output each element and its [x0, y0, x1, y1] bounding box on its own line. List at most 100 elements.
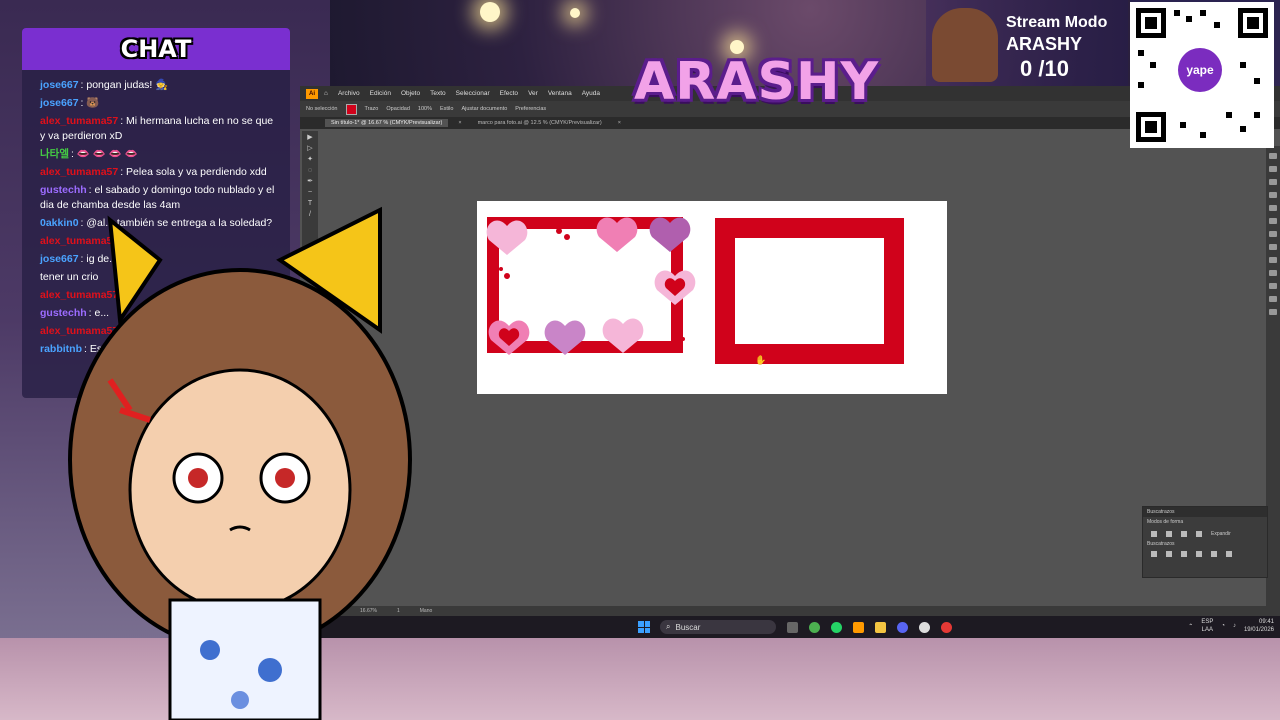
hand-cursor-icon: ✋ [755, 354, 766, 366]
heart-decorations [486, 217, 696, 355]
search-placeholder: Buscar [675, 622, 701, 632]
paragraph-icon[interactable] [1269, 231, 1277, 237]
intersect-icon[interactable] [1181, 531, 1187, 537]
system-tray: ⌃ ESP LAA ◔ ♪ 09:41 19/01/2026 [1188, 618, 1274, 634]
chat-message: jose667: 🐻 [40, 96, 278, 111]
type-icon[interactable] [1269, 244, 1277, 250]
unite-icon[interactable] [1151, 531, 1157, 537]
lasso-icon[interactable]: ◌ [305, 167, 315, 175]
language-indicator[interactable]: ESP LAA [1201, 618, 1213, 634]
minus-back-icon[interactable] [1226, 551, 1232, 557]
exclude-icon[interactable] [1196, 531, 1202, 537]
chat-username[interactable]: 나타엘 [40, 148, 69, 160]
chrome-icon[interactable] [809, 621, 820, 633]
preferences-button[interactable]: Preferencias [515, 106, 546, 112]
direct-selection-tool-icon[interactable]: ▷ [305, 145, 315, 153]
chevron-up-icon[interactable]: ⌃ [1188, 623, 1193, 630]
clock[interactable]: 09:41 19/01/2026 [1244, 618, 1274, 634]
transparency-icon[interactable] [1269, 283, 1277, 289]
channel-logo: ARASHY [634, 52, 880, 112]
chat-username[interactable]: jose667 [40, 79, 79, 91]
wifi-icon[interactable]: ◔ [1221, 623, 1225, 629]
close-tab-icon[interactable]: × [618, 120, 621, 126]
brushes-icon[interactable] [1269, 205, 1277, 211]
file-explorer-icon[interactable] [875, 621, 886, 633]
swatches-icon[interactable] [1269, 192, 1277, 198]
menu-item[interactable]: Efecto [500, 90, 518, 97]
task-view-icon[interactable] [787, 621, 798, 633]
pathfinder-panel: Buscatrazos Modos de forma Expandir Busc… [1142, 506, 1268, 578]
chat-text: : 👄 👄 👄 👄 [70, 148, 138, 160]
pathfinder-icon[interactable] [1269, 309, 1277, 315]
discord-icon[interactable] [897, 621, 908, 633]
chat-username[interactable]: jose667 [40, 97, 79, 109]
style-label[interactable]: Estilo [440, 106, 453, 112]
stroke-label[interactable]: Trazo [365, 106, 379, 112]
expand-button[interactable]: Expandir [1211, 531, 1231, 537]
artboard-art: ✋ [486, 217, 904, 366]
pen-tool-icon[interactable]: ✒ [305, 178, 315, 186]
chat-message: 나타엘: 👄 👄 👄 👄 [40, 147, 278, 162]
gradient-icon[interactable] [1269, 270, 1277, 276]
home-icon[interactable]: ⌂ [324, 90, 328, 97]
menu-item[interactable]: Archivo [338, 90, 360, 97]
menu-item[interactable]: Seleccionar [456, 90, 490, 97]
symbols-icon[interactable] [1269, 218, 1277, 224]
yape-badge: yape [1178, 48, 1222, 92]
taskbar-search[interactable]: ⌕ Buscar [660, 620, 776, 634]
chat-username[interactable]: alex_tumama57 [40, 115, 118, 127]
pathfinder-buttons [1143, 547, 1267, 561]
document-tab[interactable]: Sin título-1* @ 16.67 % (CMYK/Previsuali… [325, 119, 449, 127]
volume-icon[interactable]: ♪ [1233, 623, 1236, 629]
chat-message: alex_tumama57: Pelea sola y va perdiendo… [40, 165, 278, 180]
menu-item[interactable]: Ayuda [582, 90, 600, 97]
red-photo-frame[interactable] [715, 218, 904, 364]
fill-swatch[interactable] [345, 103, 357, 115]
stream-mode-label: Stream Modo [1006, 14, 1108, 31]
close-tab-icon[interactable]: × [458, 120, 461, 126]
outline-icon[interactable] [1211, 551, 1217, 557]
stream-mode-name: ARASHY [1006, 34, 1083, 54]
divide-icon[interactable] [1151, 551, 1157, 557]
donation-qr-code: yape [1130, 2, 1274, 148]
app-icon[interactable] [941, 621, 952, 633]
selection-tool-icon[interactable]: ▶ [305, 134, 315, 142]
obs-icon[interactable] [919, 621, 930, 633]
chat-username[interactable]: gustechh [40, 184, 87, 196]
curvature-tool-icon[interactable]: ~ [305, 189, 315, 197]
menu-item[interactable]: Texto [430, 90, 446, 97]
artboard[interactable]: ✋ [477, 201, 947, 394]
chat-text: : pongan judas! 🧙 [80, 79, 169, 91]
whatsapp-icon[interactable] [831, 621, 842, 633]
trim-icon[interactable] [1166, 551, 1172, 557]
libraries-icon[interactable] [1269, 179, 1277, 185]
string-light [480, 2, 500, 22]
opacity-label[interactable]: Opacidad [386, 106, 410, 112]
merge-icon[interactable] [1181, 551, 1187, 557]
pathfinder-panel-title[interactable]: Buscatrazos [1143, 507, 1267, 517]
layers-icon[interactable] [1269, 166, 1277, 172]
menu-item[interactable]: Edición [370, 90, 391, 97]
chat-username[interactable]: alex_tumama57 [40, 166, 118, 178]
document-tab[interactable]: marco para foto.ai @ 12.5 % (CMYK/Previs… [472, 119, 608, 127]
illustrator-app-icon[interactable]: Ai [306, 88, 318, 99]
align-icon[interactable] [1269, 296, 1277, 302]
face [128, 368, 352, 612]
panels-dock [1266, 146, 1280, 616]
minus-front-icon[interactable] [1166, 531, 1172, 537]
document-setup-button[interactable]: Ajustar documento [461, 106, 507, 112]
magic-wand-icon[interactable]: ✦ [305, 156, 315, 164]
menu-item[interactable]: Objeto [401, 90, 420, 97]
crop-icon[interactable] [1196, 551, 1202, 557]
stroke-icon[interactable] [1269, 257, 1277, 263]
windows-start-icon[interactable] [638, 621, 650, 633]
menu-item[interactable]: Ventana [548, 90, 572, 97]
illustrator-taskbar-icon[interactable] [853, 621, 864, 633]
chat-title: CHAT [120, 35, 192, 63]
properties-icon[interactable] [1269, 153, 1277, 159]
menu-item[interactable]: Ver [528, 90, 538, 97]
chat-message: alex_tumama57: Mi hermana lucha en no se… [40, 114, 278, 144]
opacity-value[interactable]: 100% [418, 106, 432, 112]
chat-header: CHAT [22, 28, 290, 70]
chat-text: : 🐻 [80, 97, 100, 109]
